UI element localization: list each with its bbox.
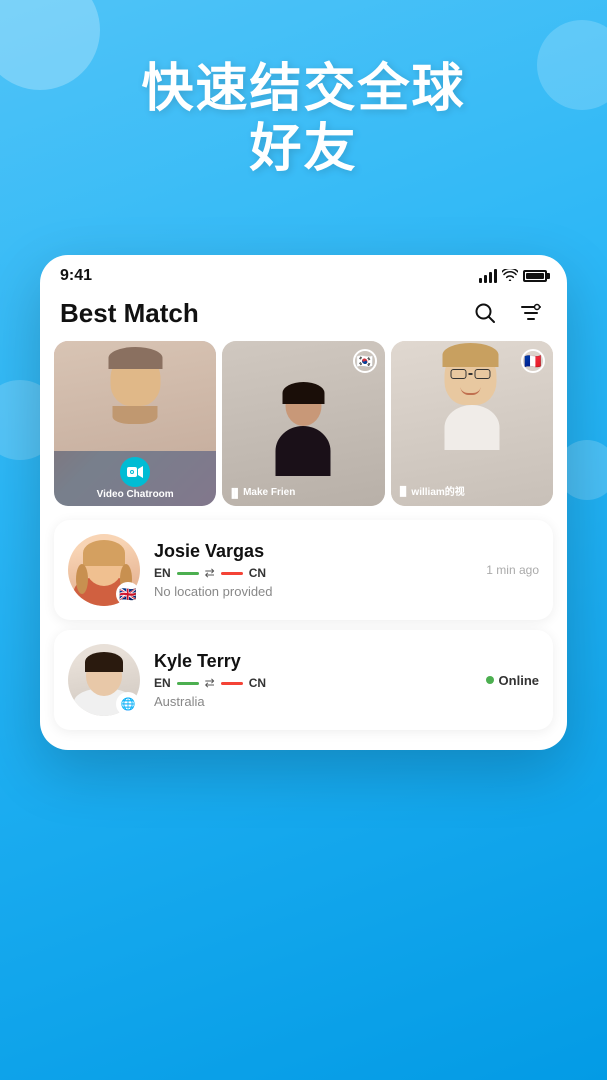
app-header: Best Match [40,291,567,341]
kyle-location: Australia [154,694,472,709]
josie-lang-row: EN ⇄ CN [154,566,472,580]
kyle-lang-bar-cn [221,682,243,685]
kyle-lang-arrows: ⇄ [205,676,215,690]
kyle-lang-from: EN [154,676,171,690]
josie-lang-from: EN [154,566,171,580]
video-card-chatroom[interactable]: Video Chatroom [54,341,216,506]
william-label: ▐▌ william的视 [397,483,465,498]
app-title: Best Match [60,298,199,329]
status-icons [479,269,547,284]
kyle-lang-bar-en [177,682,199,685]
hero-text: 快速结交全球 好友 [0,60,607,180]
hero-line2: 好友 [0,120,607,180]
make-friends-label: ▐▌ Make Frien [228,487,295,498]
kyle-lang-row: EN ⇄ CN [154,676,472,690]
kyle-avatar-container: 🌐 [68,644,140,716]
josie-meta: 1 min ago [486,563,539,577]
josie-info: Josie Vargas EN ⇄ CN No location provide… [154,541,472,599]
phone-mockup: 9:41 Best Match [40,255,567,750]
kyle-info: Kyle Terry EN ⇄ CN Australia [154,651,472,709]
user-card-kyle[interactable]: 🌐 Kyle Terry EN ⇄ CN Australia Online [54,630,553,730]
josie-lang-bar-en [177,572,199,575]
wifi-icon [502,269,518,284]
filter-button[interactable] [515,297,547,329]
online-dot [486,676,494,684]
hero-line1: 快速结交全球 [0,60,607,120]
josie-time-ago: 1 min ago [486,563,539,577]
josie-lang-arrows: ⇄ [205,566,215,580]
josie-flag: 🇬🇧 [116,582,140,606]
josie-lang-bar-cn [221,572,243,575]
josie-lang-to: CN [249,566,266,580]
josie-location: No location provided [154,584,472,599]
video-chatroom-icon [120,457,150,487]
kyle-online-badge: Online [486,673,539,688]
header-icons [469,297,547,329]
josie-name: Josie Vargas [154,541,472,562]
search-button[interactable] [469,297,501,329]
online-label: Online [499,673,539,688]
user-card-josie[interactable]: 🇬🇧 Josie Vargas EN ⇄ CN No location prov… [54,520,553,620]
video-card-make-friends[interactable]: 🇰🇷 ▐▌ Make Frien [222,341,384,506]
status-bar: 9:41 [40,255,567,291]
signal-icon [479,269,497,283]
user-list: 🇬🇧 Josie Vargas EN ⇄ CN No location prov… [40,506,567,730]
korea-flag: 🇰🇷 [353,349,377,373]
kyle-lang-to: CN [249,676,266,690]
video-chatroom-label: Video Chatroom [97,489,174,500]
battery-icon [523,270,547,282]
france-flag: 🇫🇷 [521,349,545,373]
status-time: 9:41 [60,267,92,285]
video-card-william[interactable]: 🇫🇷 ▐▌ william的视 [391,341,553,506]
kyle-flag: 🌐 [116,692,140,716]
video-cards-row: Video Chatroom 🇰🇷 ▐▌ Make Frien [40,341,567,506]
josie-avatar-container: 🇬🇧 [68,534,140,606]
kyle-name: Kyle Terry [154,651,472,672]
kyle-meta: Online [486,673,539,688]
